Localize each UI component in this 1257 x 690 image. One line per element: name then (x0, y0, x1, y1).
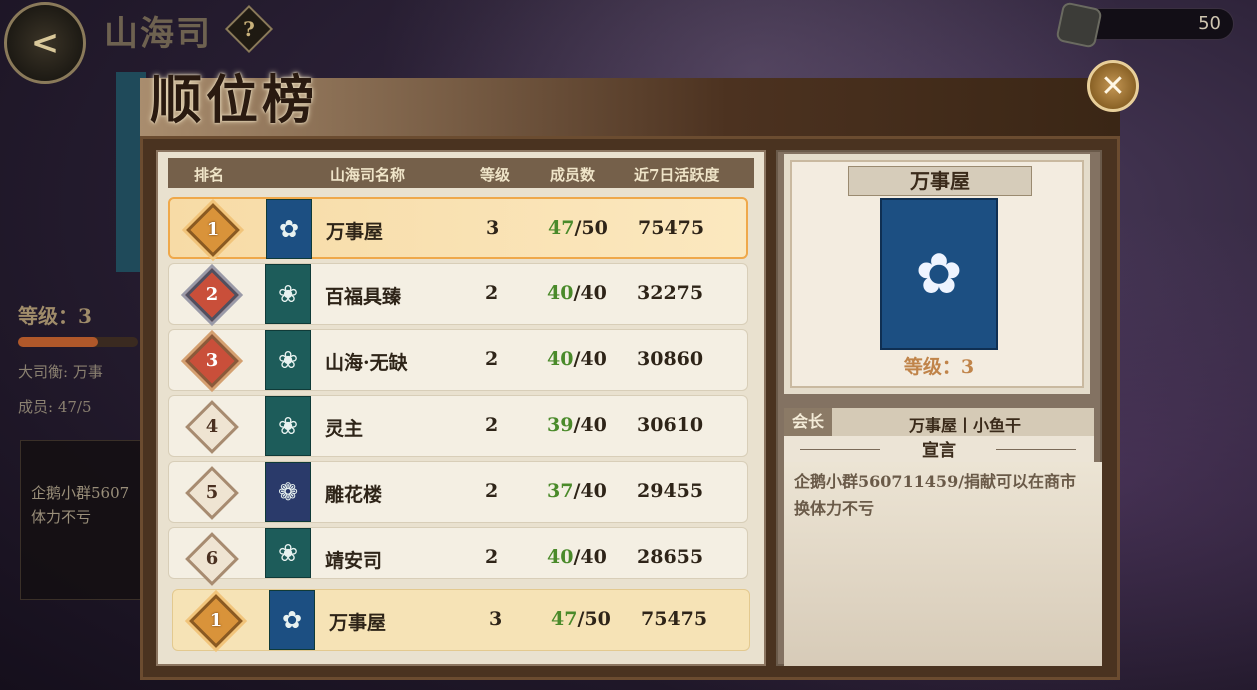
divider (800, 449, 880, 450)
guild-emblem-icon: ❁ (265, 462, 311, 522)
background-level: 等级：3 (18, 304, 92, 328)
guild-activity: 29455 (637, 480, 704, 502)
guild-activity: 28655 (637, 546, 704, 568)
guild-name: 百福具臻 (325, 286, 402, 308)
column-name: 山海司名称 (330, 166, 406, 184)
my-guild-row[interactable]: 1 ✿ 万事屋 3 47/50 75475 (172, 589, 750, 651)
guild-level: 2 (485, 282, 499, 304)
guild-members: 47/50 (548, 217, 608, 239)
column-activity: 近7日活跃度 (634, 166, 720, 184)
guild-emblem-icon: ❀ (265, 396, 311, 456)
guild-emblem-icon: ❀ (265, 264, 311, 324)
currency-value: 50 (1198, 13, 1221, 34)
guild-name: 雕花楼 (325, 484, 383, 506)
ranking-table-header: 排名 山海司名称 等级 成员数 近7日活跃度 (168, 158, 754, 188)
rank-badge: 4 (185, 400, 239, 454)
guild-activity: 32275 (637, 282, 704, 304)
ranking-row[interactable]: 4 ❀ 灵主 2 39/40 30610 (168, 395, 748, 457)
guild-activity: 75475 (638, 217, 705, 239)
close-icon: ✕ (1100, 68, 1126, 104)
ranking-row[interactable]: 5 ❁ 雕花楼 2 37/40 29455 (168, 461, 748, 523)
currency-display: 50 (1055, 1, 1234, 49)
column-members: 成员数 (550, 166, 596, 184)
background-members: 成员: 47/5 (18, 398, 92, 416)
guild-emblem-icon: ❀ (265, 330, 311, 390)
leader-tag: 会长 (784, 408, 832, 436)
guild-name: 万事屋 (329, 612, 387, 634)
arrow-left-icon: < (30, 23, 60, 63)
rank-badge: 5 (185, 466, 239, 520)
background-notice: 企鹅小群5607 体力不亏 (20, 440, 148, 600)
guild-emblem-icon: ✿ (266, 199, 312, 259)
guild-level: 3 (489, 608, 503, 630)
modal-title: 顺位榜 (150, 70, 319, 131)
rank-badge: 6 (185, 532, 239, 586)
ranking-row[interactable]: 3 ❀ 山海·无缺 2 40/40 30860 (168, 329, 748, 391)
guild-card-level: 等级：3 (903, 356, 975, 378)
background-leader: 大司衡: 万事 (18, 363, 103, 381)
guild-members: 40/40 (547, 282, 607, 304)
guild-level: 2 (485, 546, 499, 568)
page-title: 山海司 (104, 14, 212, 54)
background-level-bar (18, 337, 138, 347)
guild-emblem-icon: ❀ (265, 528, 311, 578)
rank-badge: 2 (185, 268, 239, 322)
ranking-row[interactable]: 2 ❀ 百福具臻 2 40/40 32275 (168, 263, 748, 325)
guild-activity: 30860 (637, 348, 704, 370)
rank-badge: 1 (189, 594, 243, 648)
column-level: 等级 (480, 166, 511, 184)
ranking-row[interactable]: 1 ✿ 万事屋 3 47/50 75475 (168, 197, 748, 259)
declaration-text: 企鹅小群560711459/捐献可以在商市换体力不亏 (784, 462, 1102, 666)
guild-members: 40/40 (547, 546, 607, 568)
background-info-panel: 等级：3 大司衡: 万事 成员: 47/5 (18, 300, 148, 417)
leader-name: 万事屋丨小鱼干 (908, 416, 1021, 435)
guild-name: 山海·无缺 (325, 352, 408, 374)
ranking-row[interactable]: 6 ❀ 靖安司 2 40/40 28655 (168, 527, 748, 586)
cloud-flower-emblem-icon: ✿ (880, 198, 998, 350)
guild-members: 40/40 (547, 348, 607, 370)
guild-activity: 30610 (637, 414, 704, 436)
divider (996, 449, 1076, 450)
guild-name: 万事屋 (326, 221, 384, 243)
guild-card-title: 万事屋 (848, 166, 1032, 196)
close-button[interactable]: ✕ (1087, 60, 1139, 112)
rank-badge: 3 (185, 334, 239, 388)
guild-name: 灵主 (325, 418, 364, 440)
stamina-icon (1055, 1, 1103, 49)
guild-emblem-icon: ✿ (269, 590, 315, 650)
leader-bar: 会长 万事屋丨小鱼干 (784, 408, 1094, 436)
guild-activity: 75475 (641, 608, 708, 630)
rank-badge: 1 (186, 203, 240, 257)
guild-members: 47/50 (551, 608, 611, 630)
guild-level: 2 (485, 480, 499, 502)
guild-name: 靖安司 (325, 550, 383, 572)
guild-level: 2 (485, 414, 499, 436)
guild-members: 39/40 (547, 414, 607, 436)
back-button[interactable]: < (4, 2, 86, 84)
guild-members: 37/40 (547, 480, 607, 502)
question-icon: ? (243, 17, 255, 41)
column-rank: 排名 (194, 166, 225, 184)
guild-level: 3 (486, 217, 500, 239)
guild-level: 2 (485, 348, 499, 370)
